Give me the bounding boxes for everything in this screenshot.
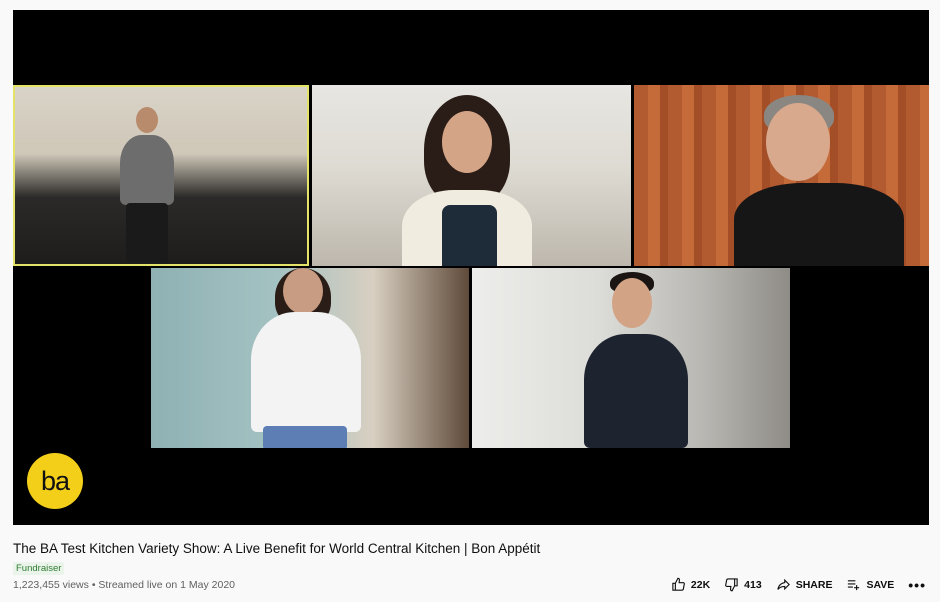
- save-button[interactable]: SAVE: [846, 577, 894, 592]
- playlist-add-icon: [848, 580, 860, 591]
- ba-logo: ba: [27, 453, 83, 509]
- dislike-count: 413: [744, 578, 762, 591]
- meta-separator: •: [91, 579, 96, 591]
- page: ba The BA Test Kitchen Variety Show: A L…: [0, 0, 940, 602]
- participant-figure: [241, 268, 371, 448]
- participant-figure: [724, 95, 914, 266]
- dislike-button[interactable]: 413: [724, 577, 762, 592]
- fundraiser-badge[interactable]: Fundraiser: [13, 562, 65, 575]
- more-icon: •••: [908, 576, 926, 593]
- participant-tile-1: [13, 85, 309, 266]
- participant-figure: [108, 107, 188, 266]
- video-meta: 1,223,455 views • Streamed live on 1 May…: [13, 579, 235, 591]
- participant-tile-5: [472, 268, 790, 448]
- share-label: SHARE: [795, 578, 833, 591]
- like-button[interactable]: 22K: [671, 577, 710, 592]
- like-count: 22K: [690, 578, 711, 591]
- participant-figure: [580, 272, 690, 448]
- view-count: 1,223,455 views: [13, 579, 89, 591]
- action-bar: 22K 413 SHARE SAVE •••: [671, 577, 926, 592]
- participant-tile-3: [634, 85, 929, 266]
- video-player[interactable]: ba: [13, 10, 929, 525]
- participant-figure: [402, 95, 552, 266]
- thumbs-down-icon: [725, 578, 738, 592]
- share-arrow-icon: [777, 578, 790, 591]
- save-label: SAVE: [866, 578, 895, 591]
- stream-date: Streamed live on 1 May 2020: [98, 579, 235, 591]
- participant-tile-4: [151, 268, 469, 448]
- video-info: The BA Test Kitchen Variety Show: A Live…: [13, 540, 929, 576]
- share-button[interactable]: SHARE: [776, 577, 833, 592]
- video-title: The BA Test Kitchen Variety Show: A Live…: [13, 541, 541, 556]
- thumbs-up-icon: [672, 577, 685, 591]
- more-actions-button[interactable]: •••: [908, 576, 926, 593]
- participant-tile-2: [312, 85, 631, 266]
